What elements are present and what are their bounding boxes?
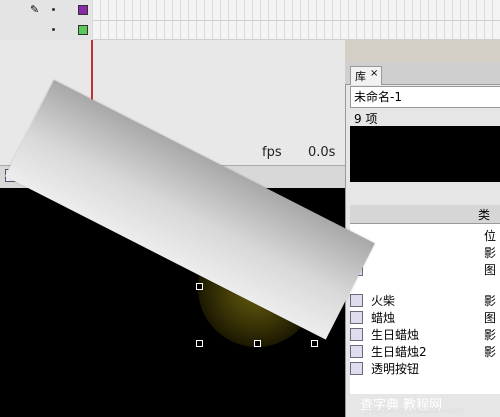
fps-readout: fps: [262, 145, 282, 160]
watermark: jb51.net: [440, 378, 494, 393]
graphic-icon: [350, 311, 363, 324]
document-select-value: 未命名-1: [354, 90, 402, 104]
visibility-dot[interactable]: [52, 28, 55, 31]
timeline-frames[interactable]: [92, 0, 500, 40]
list-item[interactable]: 透明按钮: [350, 359, 500, 377]
transform-handle[interactable]: [196, 283, 203, 290]
item-count: 9 项: [354, 112, 378, 126]
timeline-panel: ✎: [0, 0, 500, 41]
movieclip-icon: [350, 328, 363, 341]
layer-color-swatch[interactable]: [78, 25, 88, 35]
list-item[interactable]: 火柴 影: [350, 291, 500, 309]
list-item[interactable]: 生日蜡烛 影: [350, 325, 500, 343]
layer-row[interactable]: [0, 20, 92, 41]
time-readout: 0.0s: [308, 145, 336, 160]
transform-handle[interactable]: [311, 340, 318, 347]
list-item[interactable]: 蜡烛 图: [350, 308, 500, 326]
button-icon: [350, 362, 363, 375]
tab-library-label: 库: [355, 70, 366, 83]
list-item[interactable]: 生日蜡烛2 影: [350, 342, 500, 360]
movieclip-icon: [350, 294, 363, 307]
layer-color-swatch[interactable]: [78, 5, 88, 15]
layer-row[interactable]: ✎: [0, 0, 92, 21]
list-item[interactable]: 图: [350, 260, 500, 278]
transform-handle[interactable]: [196, 340, 203, 347]
pencil-icon: ✎: [30, 3, 40, 16]
movieclip-icon: [350, 345, 363, 358]
watermark: jiaocheng.chazidian.com: [365, 406, 465, 415]
close-icon[interactable]: ×: [370, 68, 378, 79]
visibility-dot[interactable]: [52, 8, 55, 11]
library-preview: [350, 126, 500, 182]
transform-handle[interactable]: [254, 340, 261, 347]
